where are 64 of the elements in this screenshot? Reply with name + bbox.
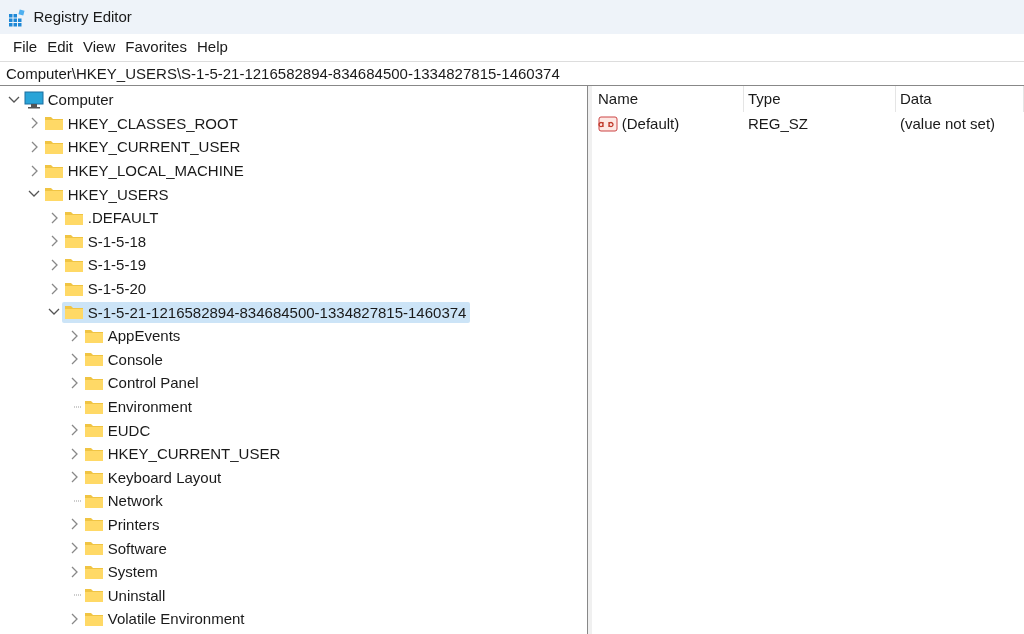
column-header[interactable]: Type (744, 86, 896, 112)
folder-icon (84, 492, 104, 509)
menu-item[interactable]: File (8, 36, 43, 59)
tree-item[interactable]: AppEvents (82, 325, 185, 347)
computer-icon (24, 90, 44, 109)
tree-item[interactable]: HKEY_CLASSES_ROOT (42, 112, 242, 134)
menu-item[interactable]: Edit (42, 36, 79, 59)
folder-icon (84, 469, 104, 486)
string-value-icon (598, 115, 618, 133)
folder-icon (84, 516, 104, 533)
table-cell-text: (Default) (621, 114, 680, 134)
folder-icon (84, 327, 104, 344)
tree-item[interactable]: HKEY_CURRENT_USER (42, 136, 245, 158)
folder-icon (84, 587, 104, 604)
tree-connector-icon (74, 405, 82, 408)
tree-item[interactable]: HKEY_LOCAL_MACHINE (42, 160, 248, 182)
tree-item[interactable]: Environment (82, 396, 196, 417)
folder-icon (84, 422, 104, 439)
folder-icon (44, 162, 64, 179)
tree-connector-icon (74, 594, 82, 597)
folder-icon (64, 233, 84, 250)
tree-item[interactable]: Uninstall (82, 584, 170, 606)
tree-item[interactable]: EUDC (82, 419, 155, 441)
tree-item[interactable]: Software (82, 537, 171, 559)
folder-icon (64, 304, 84, 321)
folder-icon (84, 374, 104, 391)
tree-item[interactable]: Printers (82, 514, 164, 535)
folder-icon (64, 209, 84, 226)
tree-item[interactable]: HKEY_USERS (42, 183, 173, 205)
folder-icon (44, 186, 64, 203)
tree-item[interactable]: Network (82, 490, 167, 512)
tree-item[interactable]: Volatile Environment (82, 608, 249, 630)
tree-item[interactable]: Control Panel (82, 372, 203, 394)
folder-icon (64, 256, 84, 273)
folder-icon (84, 398, 104, 415)
folder-icon (84, 540, 104, 557)
tree-item[interactable]: S-1-5-20 (62, 278, 151, 300)
tree-item[interactable]: Keyboard Layout (82, 466, 226, 488)
folder-icon (64, 280, 84, 297)
folder-icon (44, 115, 64, 132)
folder-icon (84, 445, 104, 462)
menu-item[interactable]: Help (191, 36, 233, 59)
tree-item[interactable]: .DEFAULT (62, 207, 163, 229)
column-header[interactable]: Name (594, 86, 744, 112)
tree-item[interactable]: S-1-5-18 (62, 230, 151, 252)
tree-item[interactable]: Computer (22, 89, 118, 111)
menu-item[interactable]: View (78, 36, 121, 59)
tree-item[interactable]: S-1-5-19 (62, 254, 151, 276)
folder-icon (44, 139, 64, 155)
column-header[interactable]: Data (896, 86, 1024, 112)
window-title: Registry Editor (33, 6, 132, 27)
table-cell-text: REG_SZ (747, 114, 809, 134)
table-cell-text: (value not set) (899, 114, 997, 134)
app-icon (8, 8, 26, 27)
tree-item[interactable]: HKEY_CURRENT_USER (82, 443, 285, 465)
menu-item[interactable]: Favorites (120, 36, 192, 59)
address-bar[interactable]: Computer\HKEY_USERS\S-1-5-21-1216582894-834684500-1334827815-1460374 (0, 61, 1024, 86)
folder-icon (84, 351, 104, 368)
tree-item[interactable]: S-1-5-21-1216582894-834684500-1334827815-1460374 (62, 301, 471, 323)
tree-item[interactable]: System (82, 561, 162, 583)
folder-icon (84, 610, 104, 627)
folder-icon (84, 563, 104, 580)
tree-connector-icon (74, 499, 82, 502)
tree-item[interactable]: Console (82, 348, 167, 370)
